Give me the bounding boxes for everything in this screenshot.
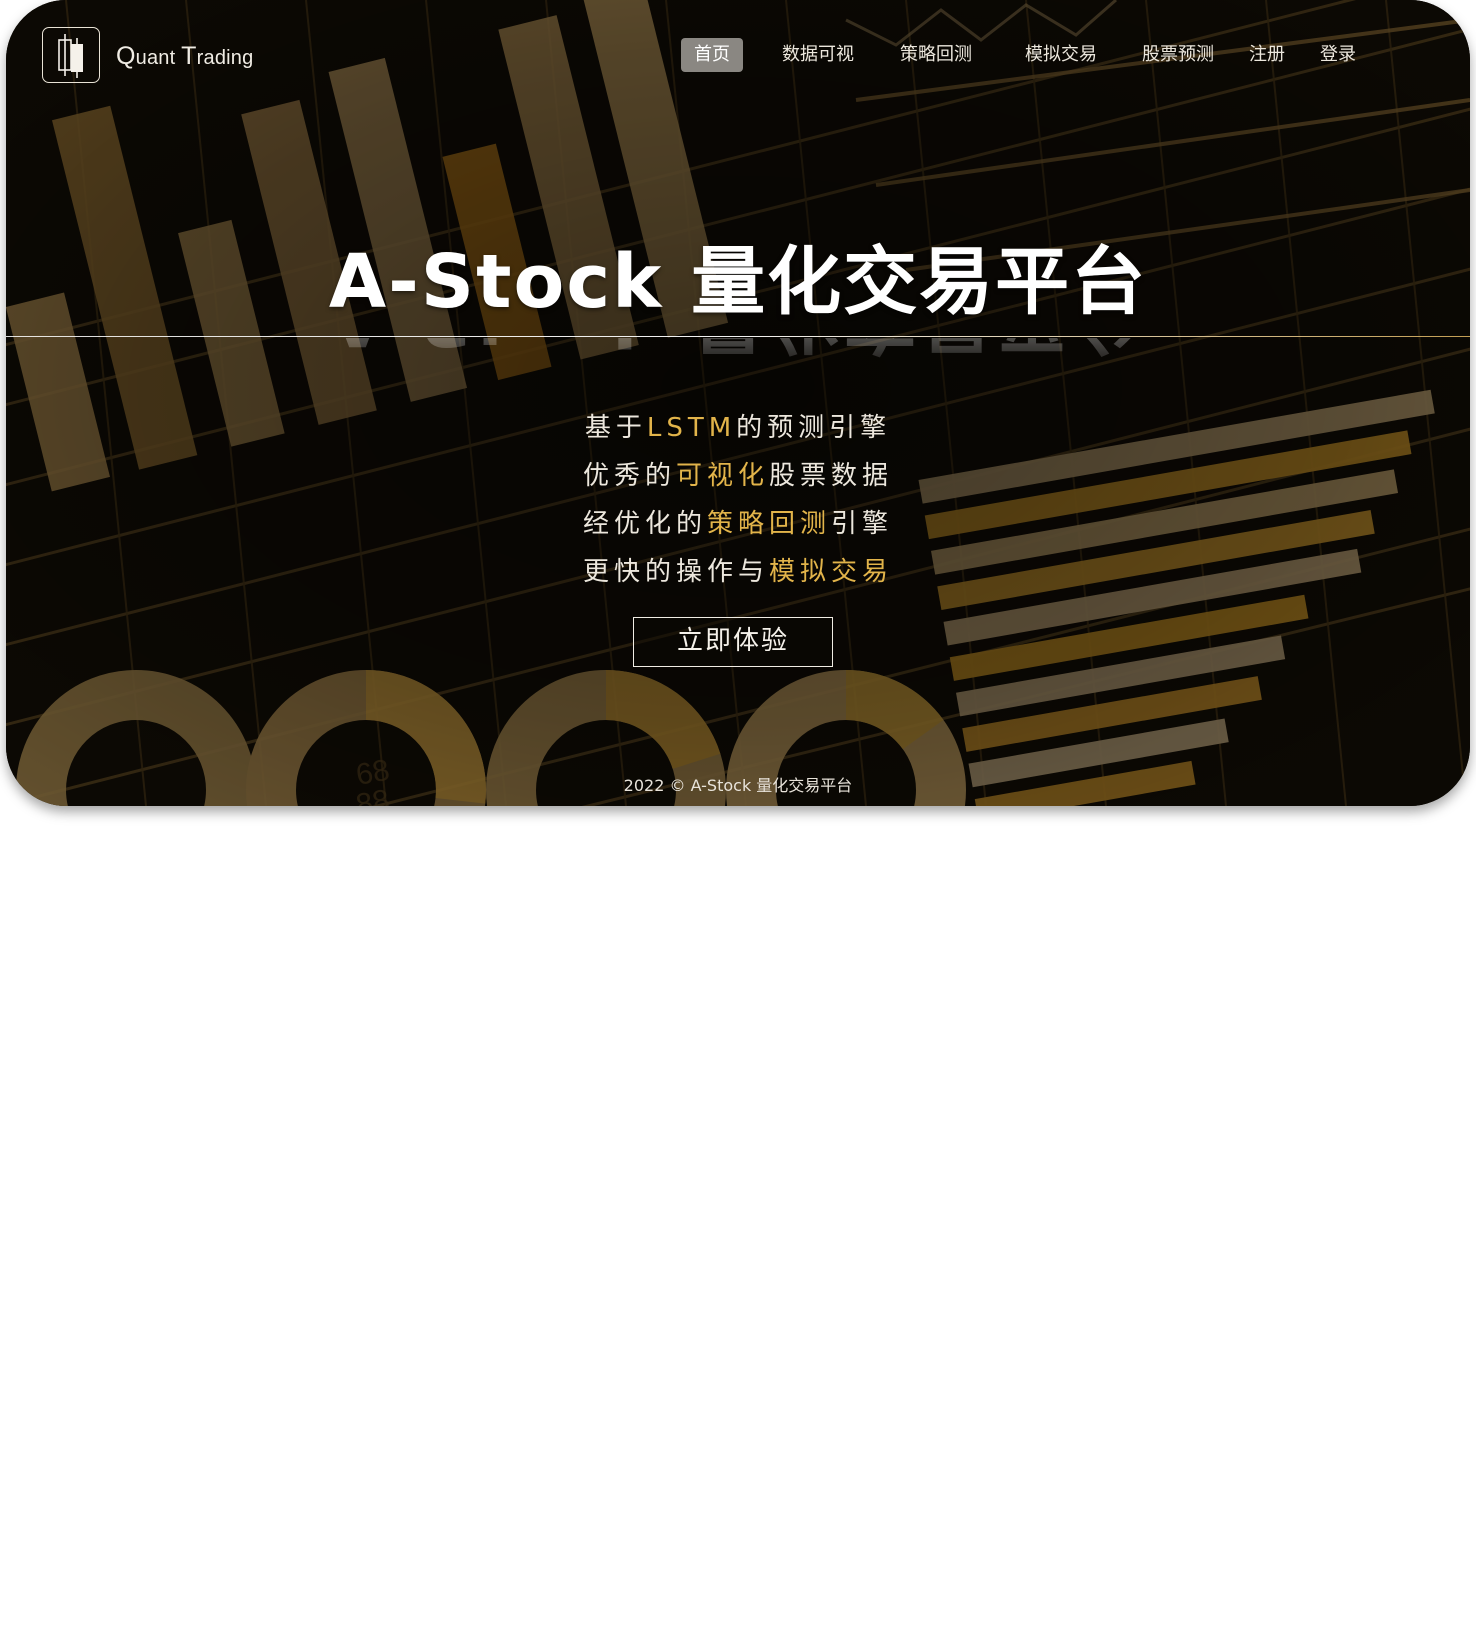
hero-divider [6, 336, 1470, 337]
nav-data-visualization: 数据可视 [782, 1031, 854, 1052]
hero-scene: 68 88 Quant Trading 首页 数据可视 策略回测 模拟交易 股票… [6, 0, 1470, 806]
nav-paper-trading[interactable]: 模拟交易 [1025, 38, 1097, 72]
nav-backtest: 策略回测 [900, 1031, 972, 1052]
nav-home[interactable]: 首页 [681, 38, 743, 72]
chart-background-image: 68 88 [6, 0, 1470, 806]
feature-line: 优秀的可视化股票数据 [582, 461, 894, 491]
nav-register[interactable]: 注册 [1249, 38, 1285, 72]
hero-card: 68 88 Quant Trading 首页 数据可视 策略回测 模拟交易 股票… [6, 0, 1470, 806]
nav-stock-prediction[interactable]: 股票预测 [1142, 38, 1214, 72]
card-reflection: 68 88 Quant Trading 首页 数据可视 策略回测 模拟交易 股票… [6, 816, 1470, 1096]
hero-scene-reflection: 68 88 Quant Trading 首页 数据可视 策略回测 模拟交易 股票… [6, 816, 1470, 1096]
feature-line: 更快的操作与模拟交易 [582, 557, 894, 587]
top-nav: 首页 数据可视 策略回测 模拟交易 股票预测 注册 登录 [6, 1022, 1470, 1058]
try-now-button[interactable]: 立即体验 [633, 617, 833, 667]
feature-line: 基于LSTM的预测引擎 [584, 413, 892, 443]
nav-stock-prediction: 股票预测 [1142, 1031, 1214, 1052]
feature-line: 经优化的策略回测引擎 [582, 509, 894, 539]
nav-login[interactable]: 登录 [1320, 38, 1356, 72]
feature-list: 基于LSTM的预测引擎 优秀的可视化股票数据 经优化的策略回测引擎 更快的操作与… [6, 404, 1470, 596]
hero-title-reflection: A-Stock 量化交易平台 [6, 338, 1470, 378]
nav-login: 登录 [1320, 1031, 1356, 1052]
nav-home: 首页 [681, 1024, 743, 1058]
footer-copyright: 2022 © A-Stock 量化交易平台 [623, 776, 853, 795]
top-nav: 首页 数据可视 策略回测 模拟交易 股票预测 注册 登录 [6, 38, 1470, 74]
nav-paper-trading: 模拟交易 [1025, 1031, 1097, 1052]
nav-data-visualization[interactable]: 数据可视 [782, 38, 854, 72]
nav-backtest[interactable]: 策略回测 [900, 38, 972, 72]
hero-title: A-Stock 量化交易平台 [6, 816, 1470, 874]
hero-title: A-Stock 量化交易平台 [328, 239, 1148, 325]
nav-register: 注册 [1249, 1031, 1285, 1052]
